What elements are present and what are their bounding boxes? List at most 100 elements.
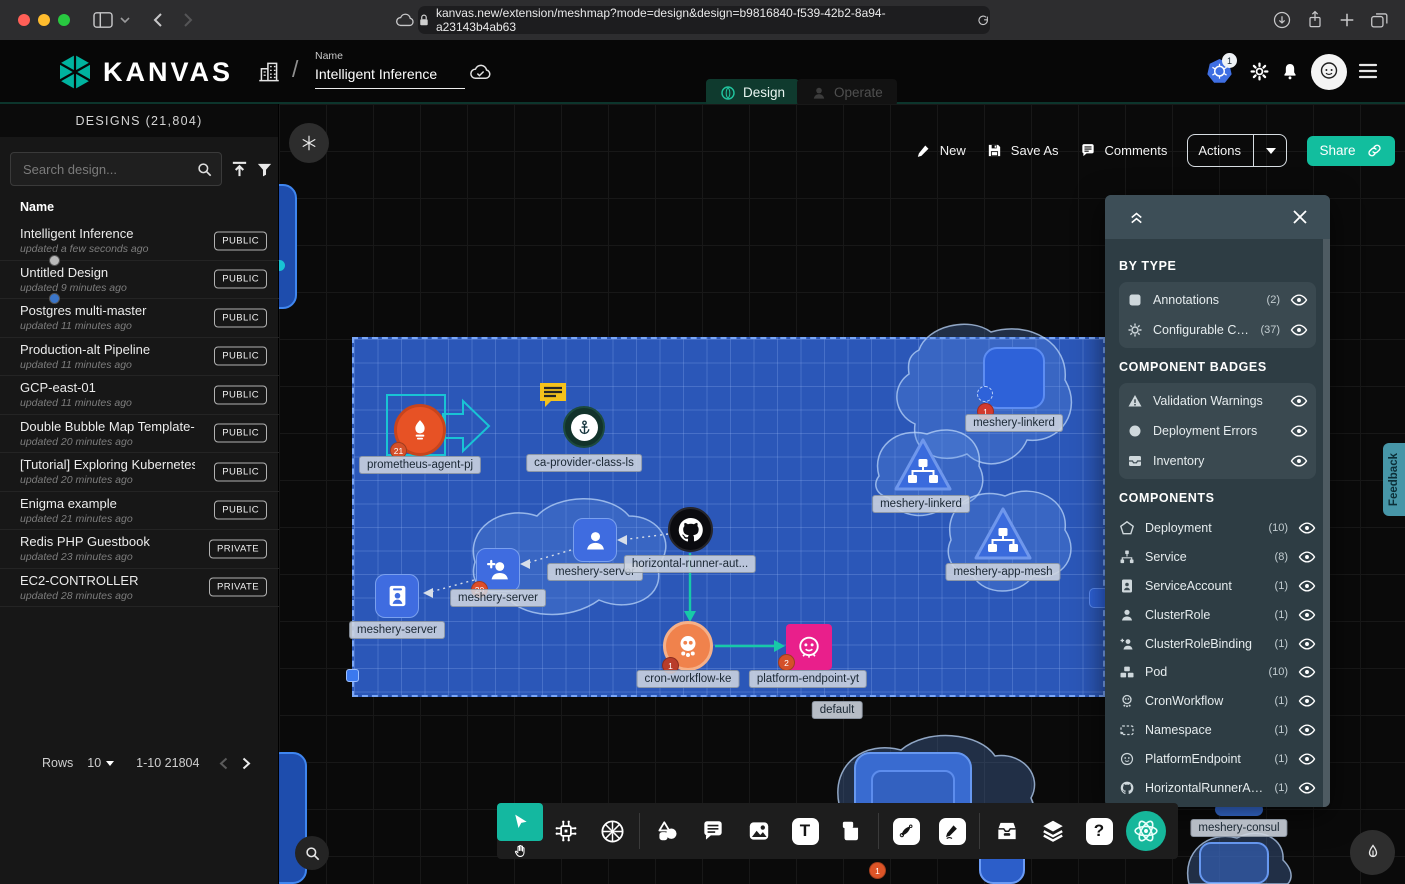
- collapse-panel-icon[interactable]: [1127, 208, 1146, 227]
- eye-icon[interactable]: [1298, 750, 1316, 768]
- design-list-item[interactable]: Untitled Designupdated 9 minutes agoPUBL…: [0, 261, 279, 300]
- node-label[interactable]: meshery-server: [450, 589, 546, 607]
- close-window-button[interactable]: [18, 14, 30, 26]
- tab-overview-icon[interactable]: [1370, 11, 1389, 29]
- node-label[interactable]: meshery-app-mesh: [945, 563, 1060, 581]
- component-row[interactable]: CronWorkflow(1): [1119, 687, 1324, 716]
- zoom-control-button[interactable]: [295, 836, 329, 870]
- badge-toggle-row[interactable]: Validation Warnings: [1127, 386, 1308, 416]
- eye-icon[interactable]: [1298, 779, 1316, 797]
- prev-page-button[interactable]: [219, 757, 228, 770]
- new-tab-icon[interactable]: [1338, 11, 1356, 29]
- kubernetes-tool[interactable]: [589, 803, 635, 859]
- component-row[interactable]: ClusterRole(1): [1119, 600, 1324, 629]
- name-column-header[interactable]: Name: [20, 200, 54, 214]
- actions-dropdown[interactable]: Actions: [1187, 134, 1287, 167]
- node-prometheus-agent[interactable]: 21: [386, 394, 446, 456]
- eye-icon[interactable]: [1290, 392, 1308, 410]
- component-row[interactable]: PlatformEndpoint(1): [1119, 744, 1324, 773]
- eye-icon[interactable]: [1290, 321, 1308, 339]
- feedback-tab[interactable]: Feedback: [1383, 443, 1405, 516]
- help-tool[interactable]: ?: [1076, 803, 1122, 859]
- ink-pen-button[interactable]: [1350, 830, 1395, 875]
- image-tool[interactable]: [736, 803, 782, 859]
- eye-icon[interactable]: [1290, 422, 1308, 440]
- node-label[interactable]: meshery-linkerd: [965, 414, 1063, 432]
- save-as-button[interactable]: Save As: [986, 142, 1059, 159]
- search-input[interactable]: [10, 152, 222, 186]
- note-tool[interactable]: [828, 803, 874, 859]
- visibility-badge[interactable]: PUBLIC: [214, 385, 267, 404]
- design-list-item[interactable]: Double Bubble Map Template-copyupdated 2…: [0, 415, 279, 454]
- visibility-badge[interactable]: PUBLIC: [214, 270, 267, 289]
- forward-icon[interactable]: [183, 12, 194, 28]
- design-list-item[interactable]: Production-alt Pipelineupdated 11 minute…: [0, 338, 279, 377]
- comments-button[interactable]: Comments: [1079, 142, 1168, 159]
- visibility-badge[interactable]: PRIVATE: [209, 539, 267, 558]
- design-list-item[interactable]: EC2-CONTROLLERupdated 28 minutes agoPRIV…: [0, 569, 279, 608]
- node-appmesh-service[interactable]: [971, 504, 1035, 564]
- text-tool[interactable]: T: [782, 803, 828, 859]
- share-button[interactable]: Share: [1307, 136, 1395, 166]
- visibility-badge[interactable]: PUBLIC: [214, 424, 267, 443]
- visibility-badge[interactable]: PUBLIC: [214, 308, 267, 327]
- node-label[interactable]: meshery-linkerd: [872, 495, 970, 513]
- kanvas-logo-icon[interactable]: [56, 53, 94, 91]
- by-type-row[interactable]: Configurable Components (37): [1127, 315, 1308, 345]
- filter-icon[interactable]: [256, 161, 273, 178]
- components-tool[interactable]: [543, 803, 589, 859]
- component-row[interactable]: Pod(10): [1119, 658, 1324, 687]
- minimize-window-button[interactable]: [38, 14, 50, 26]
- node-clusterrole[interactable]: [573, 518, 617, 562]
- node-label[interactable]: ca-provider-class-ls: [526, 454, 642, 472]
- shapes-tool[interactable]: [644, 803, 690, 859]
- node-clusterrolebinding[interactable]: 20: [476, 548, 520, 592]
- node-label[interactable]: platform-endpoint-yt: [749, 670, 867, 688]
- visibility-badge[interactable]: PUBLIC: [214, 231, 267, 250]
- node-linkerd-deployment[interactable]: 1: [983, 347, 1045, 409]
- design-list-item[interactable]: Intelligent Inferenceupdated a few secon…: [0, 222, 279, 261]
- eye-icon[interactable]: [1298, 606, 1316, 624]
- eye-icon[interactable]: [1298, 721, 1316, 739]
- new-button[interactable]: New: [915, 142, 966, 159]
- icloud-icon[interactable]: [394, 11, 416, 29]
- organization-icon[interactable]: [256, 58, 282, 86]
- node-linkerd-service[interactable]: [891, 435, 955, 495]
- namespace-label[interactable]: default: [812, 701, 863, 719]
- import-design-icon[interactable]: [230, 160, 249, 179]
- zoom-window-button[interactable]: [58, 14, 70, 26]
- eye-icon[interactable]: [1298, 548, 1316, 566]
- by-type-row[interactable]: Annotations (2): [1127, 285, 1308, 315]
- node-github-runner[interactable]: [668, 507, 713, 552]
- share-icon[interactable]: [1306, 10, 1324, 30]
- eye-icon[interactable]: [1290, 452, 1308, 470]
- pencil-tool[interactable]: [929, 803, 975, 859]
- eye-icon[interactable]: [1298, 519, 1316, 537]
- tab-operate[interactable]: Operate: [797, 79, 897, 106]
- component-row[interactable]: ClusterRoleBinding(1): [1119, 629, 1324, 658]
- component-row[interactable]: Deployment(10): [1119, 514, 1324, 543]
- component-row[interactable]: Service(8): [1119, 543, 1324, 572]
- hamburger-menu-icon[interactable]: [1358, 63, 1378, 79]
- error-count-badge[interactable]: 2: [778, 654, 795, 671]
- design-list-item[interactable]: [Tutorial] Exploring Kubernetes Podupdat…: [0, 453, 279, 492]
- panel-scrollbar[interactable]: [1323, 239, 1330, 807]
- node-label[interactable]: meshery-consul: [1190, 819, 1287, 837]
- downloads-icon[interactable]: [1272, 10, 1292, 30]
- eye-icon[interactable]: [1290, 291, 1308, 309]
- node-label[interactable]: prometheus-agent-pj: [359, 456, 481, 474]
- node-platform-endpoint[interactable]: 2: [786, 624, 832, 670]
- visibility-badge[interactable]: PUBLIC: [214, 462, 267, 481]
- warning-count-badge[interactable]: 1: [869, 862, 886, 879]
- component-row[interactable]: ServiceAccount(1): [1119, 572, 1324, 601]
- notifications-bell-icon[interactable]: [1280, 61, 1300, 82]
- selection-handle[interactable]: [346, 669, 359, 682]
- user-avatar[interactable]: [1311, 54, 1347, 90]
- tab-design[interactable]: Design: [706, 79, 799, 106]
- close-icon[interactable]: [1292, 209, 1308, 225]
- comment-tool[interactable]: [690, 803, 736, 859]
- kubernetes-context-icon[interactable]: 1: [1206, 58, 1233, 85]
- design-list-item[interactable]: Postgres multi-masterupdated 11 minutes …: [0, 299, 279, 338]
- reload-icon[interactable]: [977, 14, 990, 27]
- eye-icon[interactable]: [1298, 692, 1316, 710]
